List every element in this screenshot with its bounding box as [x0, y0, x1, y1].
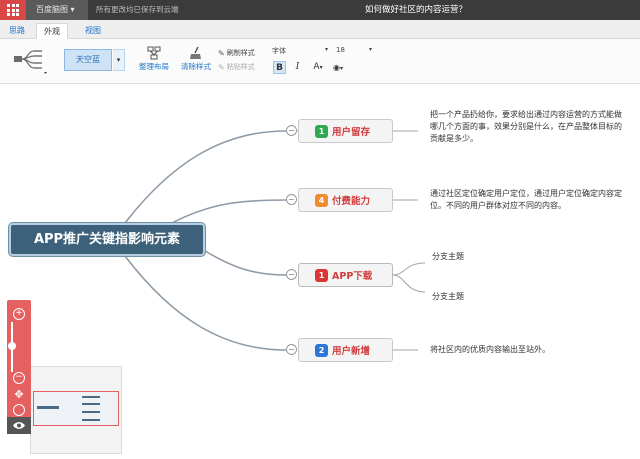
- theme-button[interactable]: 天空蓝: [64, 49, 112, 71]
- arrange-layout-button[interactable]: 整理布局: [136, 45, 172, 79]
- minimap[interactable]: [30, 366, 122, 454]
- arrange-layout-icon: [147, 46, 161, 60]
- topic-user-retention[interactable]: 1 用户留存: [298, 119, 393, 143]
- theme-dropdown-button[interactable]: ▾: [113, 49, 125, 71]
- chevron-down-icon: ▾: [324, 46, 328, 53]
- save-status: 所有更改均已保存到云端: [96, 5, 179, 14]
- collapse-toggle[interactable]: −: [286, 125, 297, 136]
- chevron-down-icon: ▾: [319, 64, 323, 71]
- minimap-branch: [82, 419, 100, 421]
- top-bar: 百度脑图 ▾ 所有更改均已保存到云端 如何做好社区的内容运营？: [0, 0, 640, 20]
- clear-style-button[interactable]: 清除样式: [178, 45, 214, 79]
- priority-badge: 4: [315, 193, 328, 207]
- zoom-out-icon[interactable]: −: [13, 372, 25, 384]
- zoom-slider-handle[interactable]: [8, 342, 16, 350]
- chevron-down-icon: ▾: [339, 65, 343, 72]
- topic-label: 用户新增: [332, 346, 371, 357]
- topic-new-users[interactable]: 2 用户新增: [298, 338, 393, 362]
- paste-style-label: 粘贴样式: [226, 63, 255, 71]
- copy-style-button[interactable]: ✎ 刷制样式: [218, 47, 268, 59]
- copy-style-label: 刷制样式: [226, 49, 255, 57]
- collapse-toggle[interactable]: −: [286, 344, 297, 355]
- font-size-select[interactable]: 18 ▾: [336, 46, 372, 57]
- tab-bar: 思路 外观 视图: [0, 20, 640, 39]
- font-color-button[interactable]: A▾: [309, 61, 327, 74]
- tab-ideas[interactable]: 思路: [2, 23, 32, 39]
- move-icon[interactable]: ✥: [13, 389, 25, 402]
- background-color-button[interactable]: ◉▾: [329, 61, 347, 74]
- tab-view[interactable]: 视图: [78, 23, 108, 39]
- broom-icon: [190, 46, 201, 59]
- topic-label: 用户留存: [332, 127, 371, 138]
- collapse-toggle[interactable]: −: [286, 194, 297, 205]
- subtopic-retention-note[interactable]: 把一个产品扔给你，要求给出通过内容运营的方式能做哪几个方面的事，效果分别是什么，…: [430, 109, 626, 145]
- topic-label: 付费能力: [332, 196, 371, 207]
- subtopic-new-users-note[interactable]: 将社区内的优质内容输出至站外。: [430, 344, 630, 356]
- font-family-select[interactable]: 字体 ▾: [272, 46, 328, 57]
- brush-icon: ✎: [218, 48, 225, 58]
- font-family-value: 字体: [272, 47, 286, 55]
- locate-root-icon[interactable]: [13, 404, 25, 416]
- minimap-viewport[interactable]: [33, 391, 119, 426]
- mindmap-structure-icon: [14, 50, 47, 74]
- paint-bucket-icon: ◉: [333, 63, 340, 72]
- font-size-value: 18: [336, 46, 345, 54]
- template-picker[interactable]: [12, 47, 50, 75]
- minimap-root: [37, 406, 59, 409]
- brand-menu[interactable]: 百度脑图 ▾: [26, 0, 88, 20]
- collapse-toggle[interactable]: −: [286, 269, 297, 280]
- apps-menu-button[interactable]: [0, 0, 26, 20]
- minimap-branch: [82, 403, 100, 405]
- zoom-in-icon[interactable]: +: [13, 308, 25, 320]
- toolbar: 天空蓝 ▾ 整理布局 清除样式 ✎ 刷制样式 ✎ 粘贴样式 字体 ▾ 18 ▾: [0, 39, 640, 84]
- minimap-branch: [82, 396, 100, 398]
- subtopic-download-1[interactable]: 分支主题: [432, 251, 464, 263]
- root-topic[interactable]: APP推广关键指影响元素: [9, 223, 205, 256]
- italic-button[interactable]: I: [291, 61, 304, 74]
- toggle-minimap-button[interactable]: [7, 417, 31, 434]
- topic-app-download[interactable]: 1 APP下载: [298, 263, 393, 287]
- minimap-branch: [82, 411, 100, 413]
- arrange-layout-label: 整理布局: [139, 62, 169, 71]
- clear-style-label: 清除样式: [181, 62, 211, 71]
- tab-appearance[interactable]: 外观: [36, 23, 68, 39]
- grid-icon: [7, 4, 19, 16]
- topic-payment-ability[interactable]: 4 付费能力: [298, 188, 393, 212]
- bold-button[interactable]: B: [273, 61, 286, 74]
- paste-brush-icon: ✎: [218, 62, 225, 72]
- eye-icon: [13, 422, 25, 429]
- priority-badge: 2: [315, 343, 328, 357]
- chevron-down-icon: ▾: [368, 46, 372, 53]
- document-title[interactable]: 如何做好社区的内容运营？: [365, 0, 467, 20]
- subtopic-payment-note[interactable]: 通过社区定位确定用户定位，通过用户定位确定内容定位。不同的用户群体对应不同的内容…: [430, 188, 630, 212]
- priority-badge: 1: [315, 268, 328, 282]
- topic-label: APP下载: [332, 271, 373, 282]
- paste-style-button[interactable]: ✎ 粘贴样式: [218, 61, 268, 73]
- priority-badge: 1: [315, 124, 328, 138]
- subtopic-download-2[interactable]: 分支主题: [432, 291, 464, 303]
